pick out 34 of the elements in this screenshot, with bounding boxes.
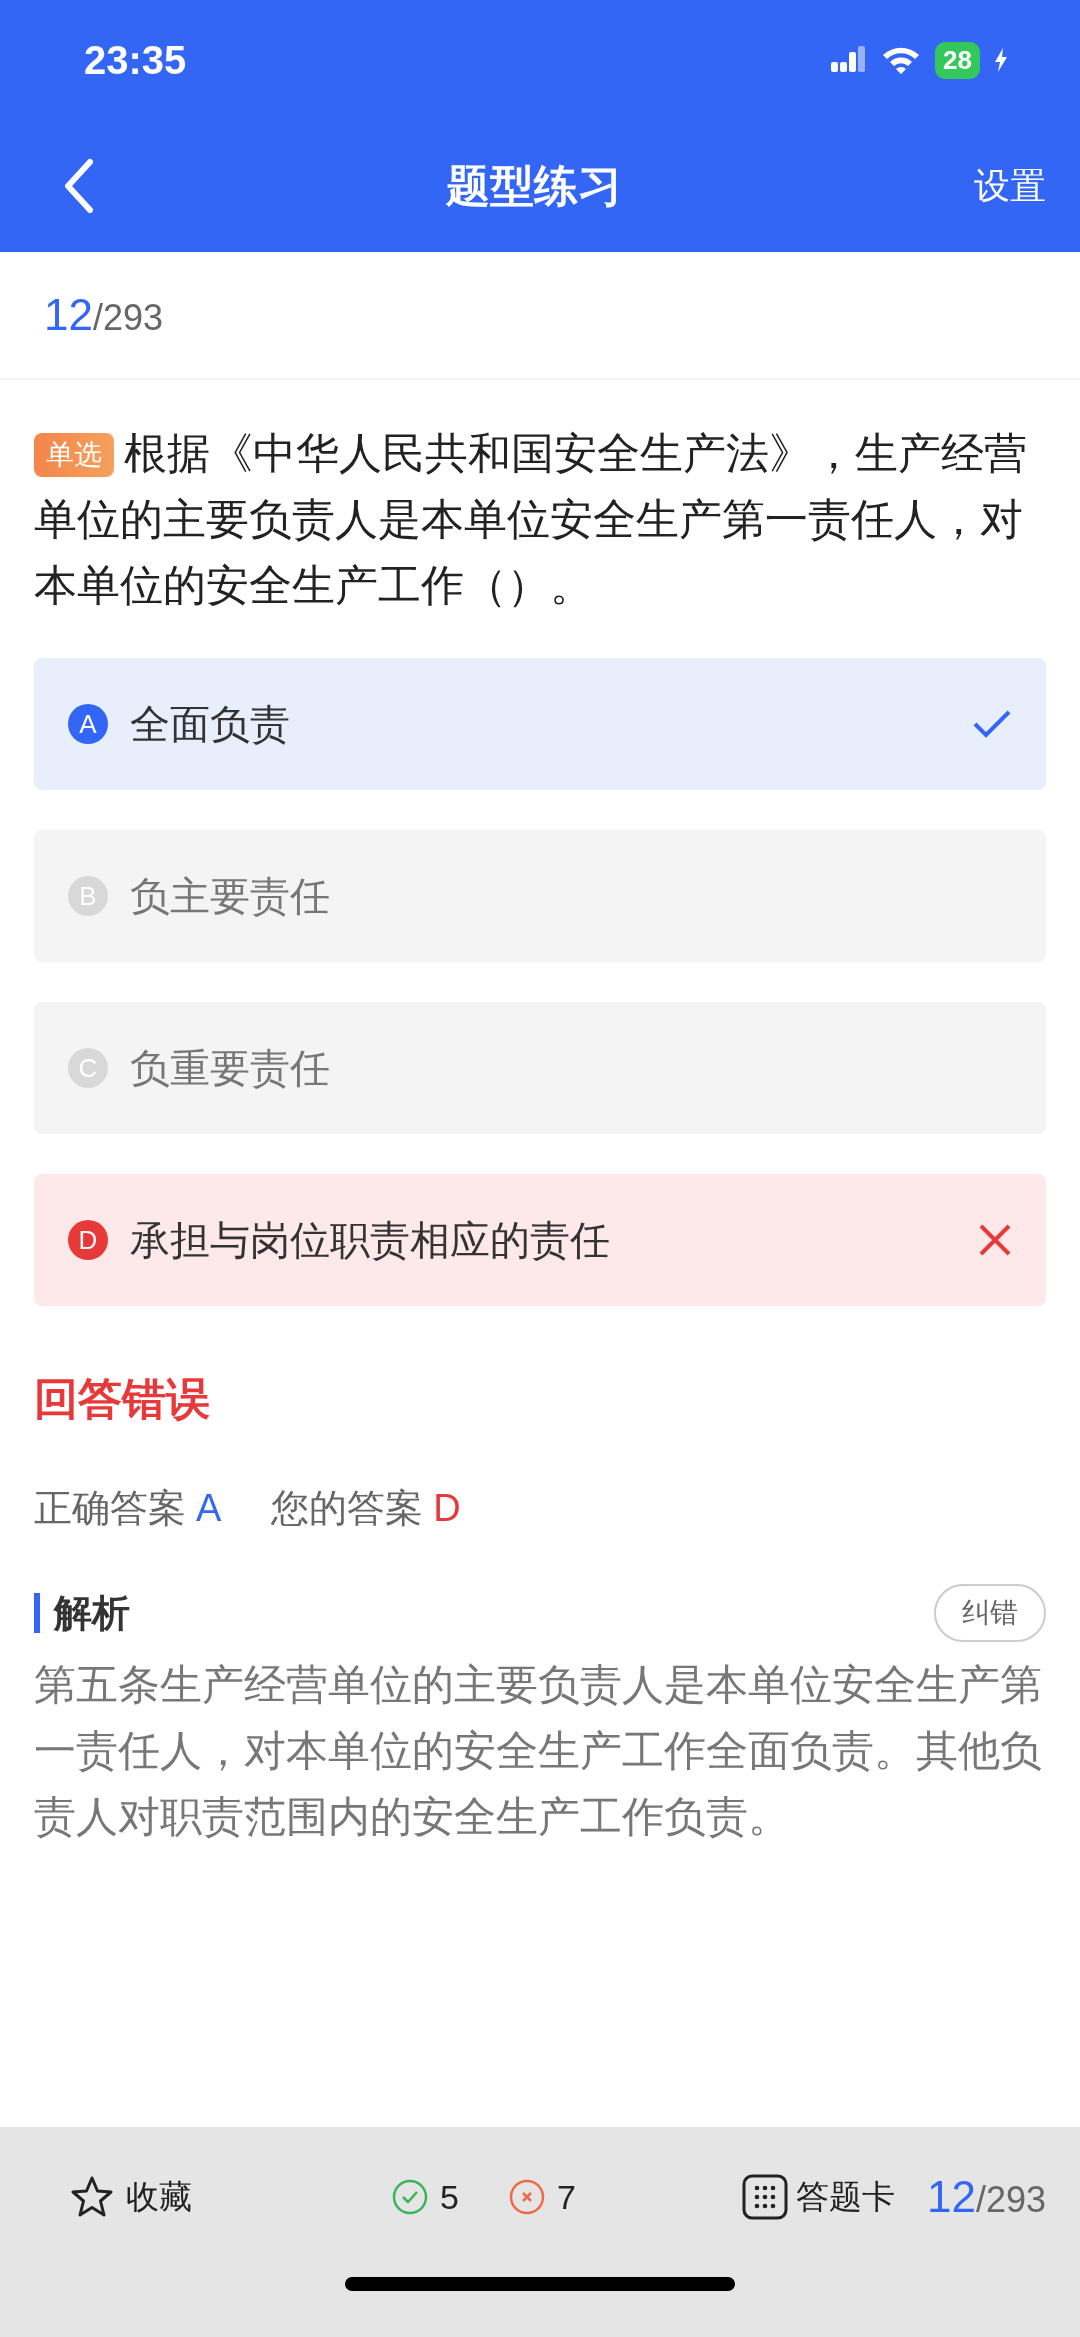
battery-level: 28	[935, 41, 980, 79]
status-time: 23:35	[84, 37, 187, 83]
signal-icon	[831, 46, 868, 74]
favorite-button[interactable]: 收藏	[70, 2174, 192, 2220]
cross-icon	[978, 1223, 1012, 1257]
analysis-text: 第五条生产经营单位的主要负责人是本单位安全生产第一责任人，对本单位的安全生产工作全面负责。其他负责人对职责范围内的安全生产工作负责。	[33, 1659, 1043, 1843]
star-icon	[70, 2175, 114, 2219]
settings-link[interactable]: 设置	[974, 161, 1046, 211]
correct-count: 5	[440, 2177, 459, 2217]
report-error-button[interactable]: 纠错	[934, 1584, 1046, 1642]
question-counter: 12/293	[926, 2172, 1046, 2222]
grid-icon	[741, 2174, 788, 2220]
question-text: 单选 根据《中华人民共和国安全生产法》，生产经营单位的主要负责人是本单位安全生产第一责任人，对本单位的安全生产工作（）。	[33, 427, 1028, 612]
page-title: 题型练习	[446, 158, 622, 213]
question-counter: 12/293	[0, 252, 1080, 380]
cross-circle-icon	[508, 2179, 545, 2215]
wifi-icon	[881, 45, 922, 75]
back-icon[interactable]	[62, 158, 94, 214]
user-answer: D	[433, 1487, 461, 1530]
section-title: 解析	[34, 1593, 130, 1633]
correct-answer: A	[196, 1487, 222, 1530]
result-title: 回答错误	[34, 1372, 211, 1426]
answer-label: 正确答案	[34, 1485, 186, 1532]
answer-label: 您的答案	[271, 1485, 424, 1532]
option-letter: A	[68, 704, 108, 744]
answer-option[interactable]: D 承担与岗位职责相应的责任	[34, 1174, 1046, 1306]
answer-option[interactable]: A 全面负责	[34, 658, 1046, 790]
check-circle-icon	[392, 2179, 428, 2215]
wrong-count: 7	[556, 2177, 576, 2217]
check-icon	[972, 709, 1012, 739]
answer-card-button[interactable]: 答题卡	[741, 2174, 895, 2220]
option-letter: D	[68, 1220, 108, 1260]
charging-icon	[994, 48, 1008, 72]
question-type-badge: 单选	[34, 433, 114, 477]
